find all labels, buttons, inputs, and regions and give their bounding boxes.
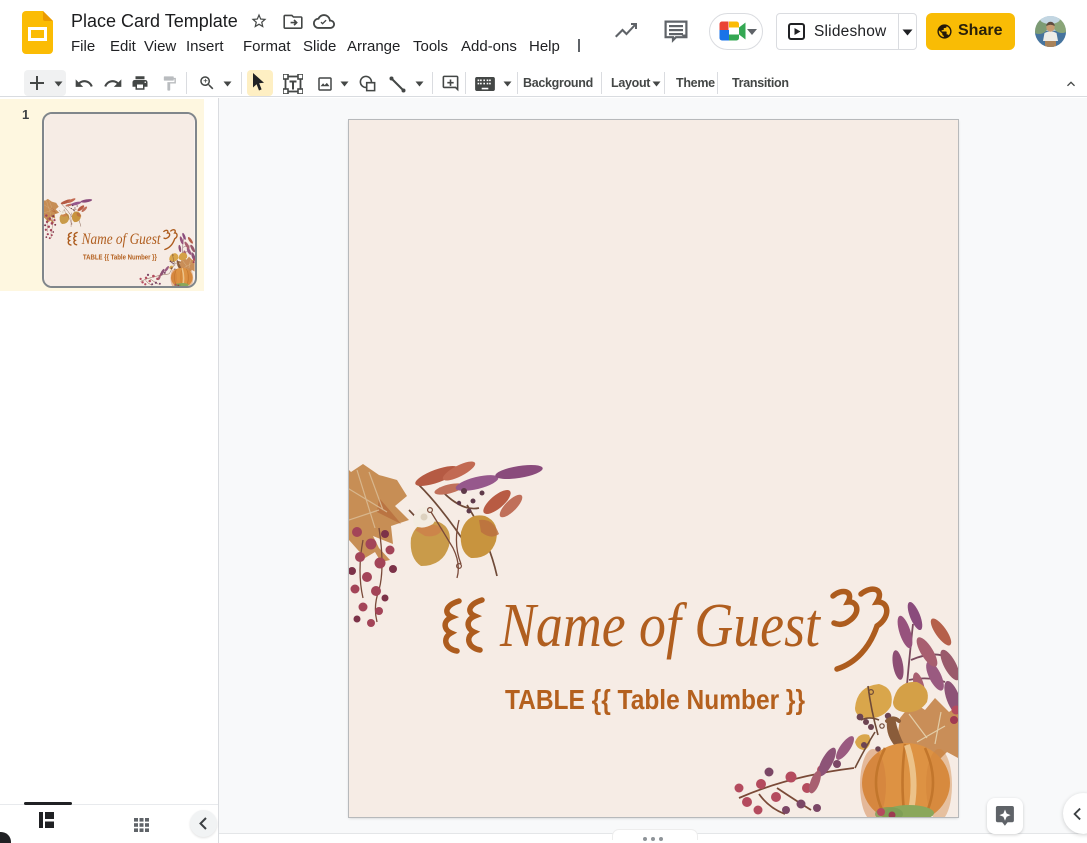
svg-text:TABLE {{ Table Number }}: TABLE {{ Table Number }} [505,684,805,715]
svg-text:Name of Guest: Name of Guest [499,592,821,660]
